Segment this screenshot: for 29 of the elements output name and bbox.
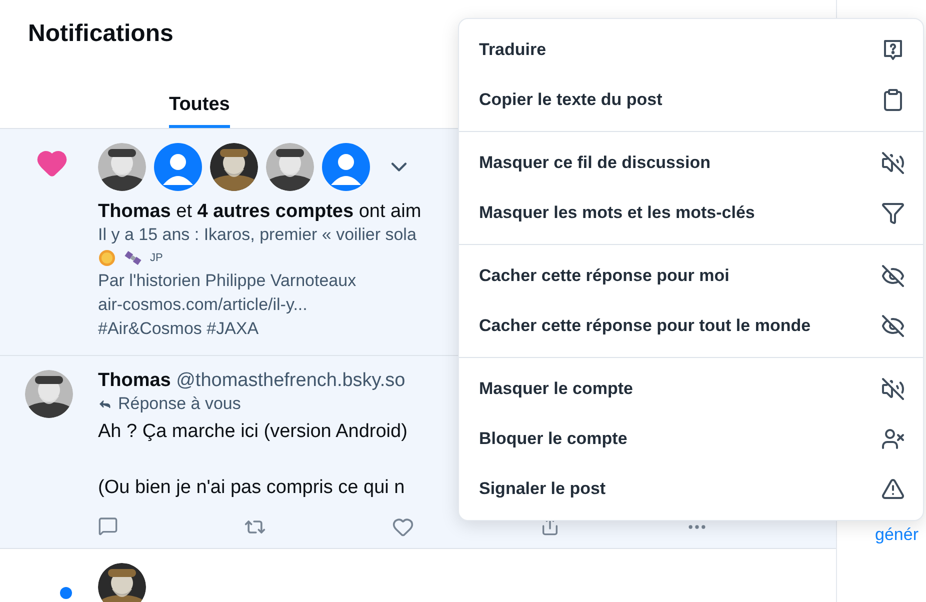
mute-icon	[881, 377, 905, 401]
post-text: Par l'historien Philippe Varnoteaux	[98, 270, 356, 292]
post-text: Ah ? Ça marche ici (version Android)	[98, 420, 408, 444]
satellite-icon	[124, 249, 142, 267]
sun-icon	[98, 249, 116, 267]
page-title: Notifications	[28, 20, 174, 48]
reply-icon[interactable]	[98, 516, 118, 538]
mute-icon	[881, 151, 905, 175]
warning-icon	[881, 477, 905, 501]
eye-off-icon	[881, 314, 905, 338]
language-tag: JP	[150, 252, 163, 264]
filter-icon	[881, 201, 905, 225]
user-x-icon	[881, 427, 905, 451]
post-text: air-cosmos.com/article/il-y...	[98, 294, 308, 316]
post-author: Thomas @thomasthefrench.bsky.so	[98, 370, 406, 392]
sidebar-link[interactable]: génér	[875, 525, 926, 545]
menu-item[interactable]: Traduire	[459, 25, 923, 75]
avatar	[322, 143, 370, 191]
post-text: Il y a 15 ans : Ikaros, premier « voilier sola	[98, 224, 416, 246]
notification-summary: Thomas et 4 autres comptes ont aim	[98, 201, 422, 223]
avatar	[154, 143, 202, 191]
menu-item[interactable]: Copier le texte du post	[459, 75, 923, 125]
like-icon[interactable]	[392, 516, 414, 538]
translate-icon	[881, 38, 905, 62]
post-text: (Ou bien je n'ai pas compris ce qui n	[98, 476, 405, 500]
clipboard-icon	[881, 88, 905, 112]
eye-off-icon	[881, 264, 905, 288]
reply-label: Réponse à vous	[98, 394, 241, 414]
post-text: #Air&Cosmos #JAXA	[98, 318, 259, 340]
